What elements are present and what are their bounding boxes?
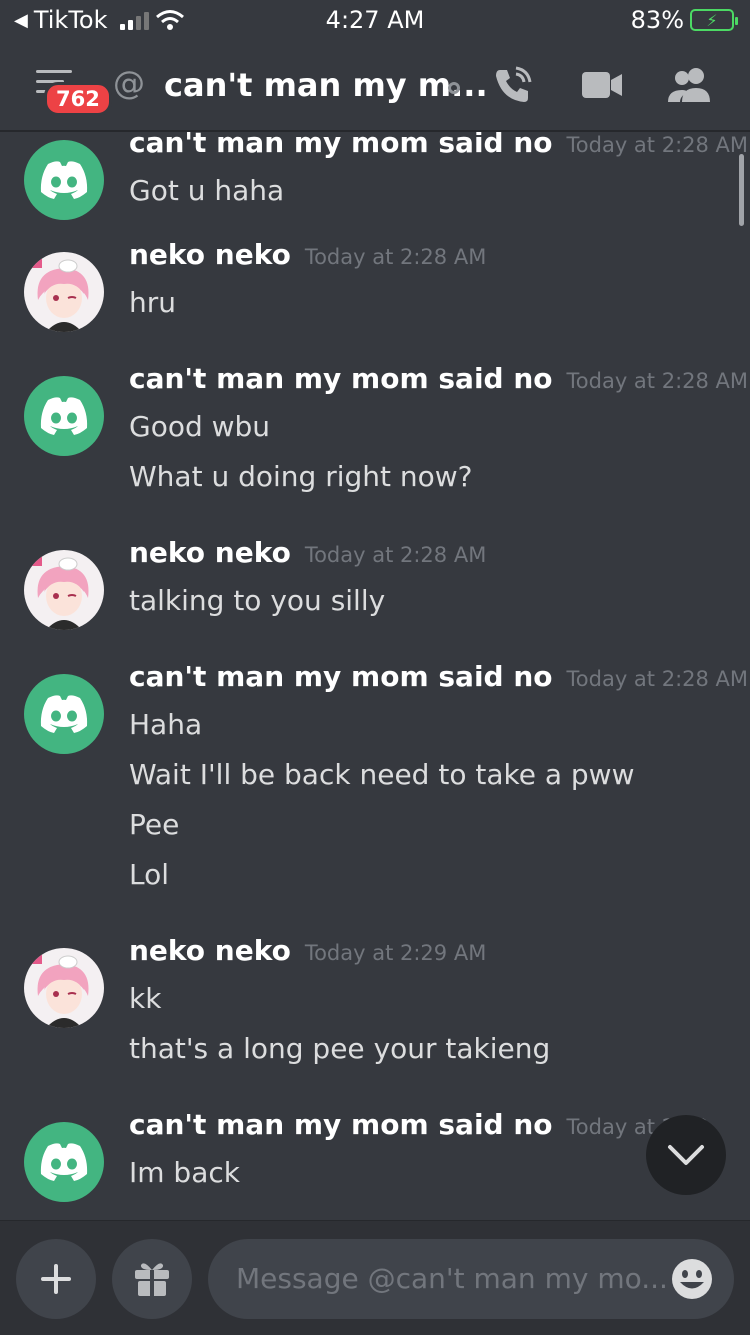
message-author[interactable]: neko neko Today at 2:29 AM — [129, 934, 486, 967]
message-author[interactable]: neko neko Today at 2:28 AM — [129, 536, 486, 569]
battery-charging-icon: ⚡ — [690, 9, 738, 31]
gift-icon — [135, 1263, 169, 1296]
message-timestamp: Today at 2:28 AM — [304, 245, 487, 269]
video-call-icon[interactable] — [580, 68, 624, 102]
jump-to-bottom-button[interactable] — [646, 1115, 726, 1195]
message-timestamp: Today at 2:29 AM — [304, 941, 487, 965]
discord-logo-icon — [40, 1143, 88, 1181]
avatar[interactable] — [24, 252, 104, 332]
avatar[interactable] — [24, 948, 104, 1028]
message-text[interactable]: What u doing right now? — [129, 452, 473, 502]
composer: Message @can't man my mo... — [0, 1220, 750, 1335]
message-author[interactable]: can't man my mom said no Today at 2:28 AM — [129, 362, 748, 395]
offline-status-icon — [448, 82, 460, 94]
voice-call-icon[interactable] — [492, 64, 534, 106]
avatar[interactable] — [24, 1122, 104, 1202]
chevron-down-icon — [668, 1145, 704, 1165]
plus-icon — [41, 1264, 71, 1294]
attach-button[interactable] — [16, 1239, 96, 1319]
message-timestamp: Today at 2:28 AM — [566, 369, 749, 393]
members-icon[interactable] — [666, 66, 714, 104]
message-text[interactable]: that's a long pee your takieng — [129, 1024, 550, 1074]
message-timestamp: Today at 2:28 AM — [566, 667, 749, 691]
message-timestamp: Today at 2:28 AM — [304, 543, 487, 567]
message-author[interactable]: neko neko Today at 2:28 AM — [129, 238, 486, 271]
channel-title[interactable]: can't man my m... — [164, 66, 488, 104]
message-text[interactable]: Good wbu — [129, 402, 473, 452]
channel-header: 762 @ can't man my m... — [0, 42, 750, 132]
discord-logo-icon — [40, 695, 88, 733]
message-input[interactable]: Message @can't man my mo... — [208, 1239, 734, 1319]
anime-avatar-icon — [24, 252, 104, 332]
avatar[interactable] — [24, 140, 104, 220]
message-text[interactable]: Im back — [129, 1148, 240, 1198]
message-text[interactable]: Got u haha — [129, 166, 284, 216]
avatar[interactable] — [24, 674, 104, 754]
message-text[interactable]: Pee — [129, 800, 634, 850]
message-author[interactable]: can't man my mom said no Today at 2:32 — [129, 1108, 709, 1141]
battery-percent: 83% — [630, 6, 684, 34]
scrollbar[interactable] — [739, 154, 744, 226]
message-placeholder: Message @can't man my mo... — [236, 1262, 668, 1295]
message-text[interactable]: Haha — [129, 700, 634, 750]
message-author[interactable]: can't man my mom said no Today at 2:28 AM — [129, 660, 748, 693]
anime-avatar-icon — [24, 948, 104, 1028]
emoji-icon[interactable] — [670, 1257, 714, 1301]
status-bar: ◀ TikTok 4:27 AM 83% ⚡ — [0, 0, 750, 42]
unread-badge: 762 — [44, 82, 112, 116]
message-text[interactable]: Wait I'll be back need to take a pww — [129, 750, 634, 800]
message-text[interactable]: talking to you silly — [129, 576, 385, 626]
discord-logo-icon — [40, 161, 88, 199]
message-author[interactable]: can't man my mom said no Today at 2:28 AM — [129, 132, 748, 159]
avatar[interactable] — [24, 376, 104, 456]
dm-at-icon: @ — [113, 64, 145, 102]
message-text[interactable]: Lol — [129, 850, 634, 900]
gift-button[interactable] — [112, 1239, 192, 1319]
discord-logo-icon — [40, 397, 88, 435]
message-text[interactable]: hru — [129, 278, 176, 328]
avatar[interactable] — [24, 550, 104, 630]
message-text[interactable]: kk — [129, 974, 550, 1024]
anime-avatar-icon — [24, 550, 104, 630]
message-timestamp: Today at 2:28 AM — [566, 133, 749, 157]
message-list[interactable]: can't man my mom said no Today at 2:28 AM… — [0, 132, 750, 1218]
